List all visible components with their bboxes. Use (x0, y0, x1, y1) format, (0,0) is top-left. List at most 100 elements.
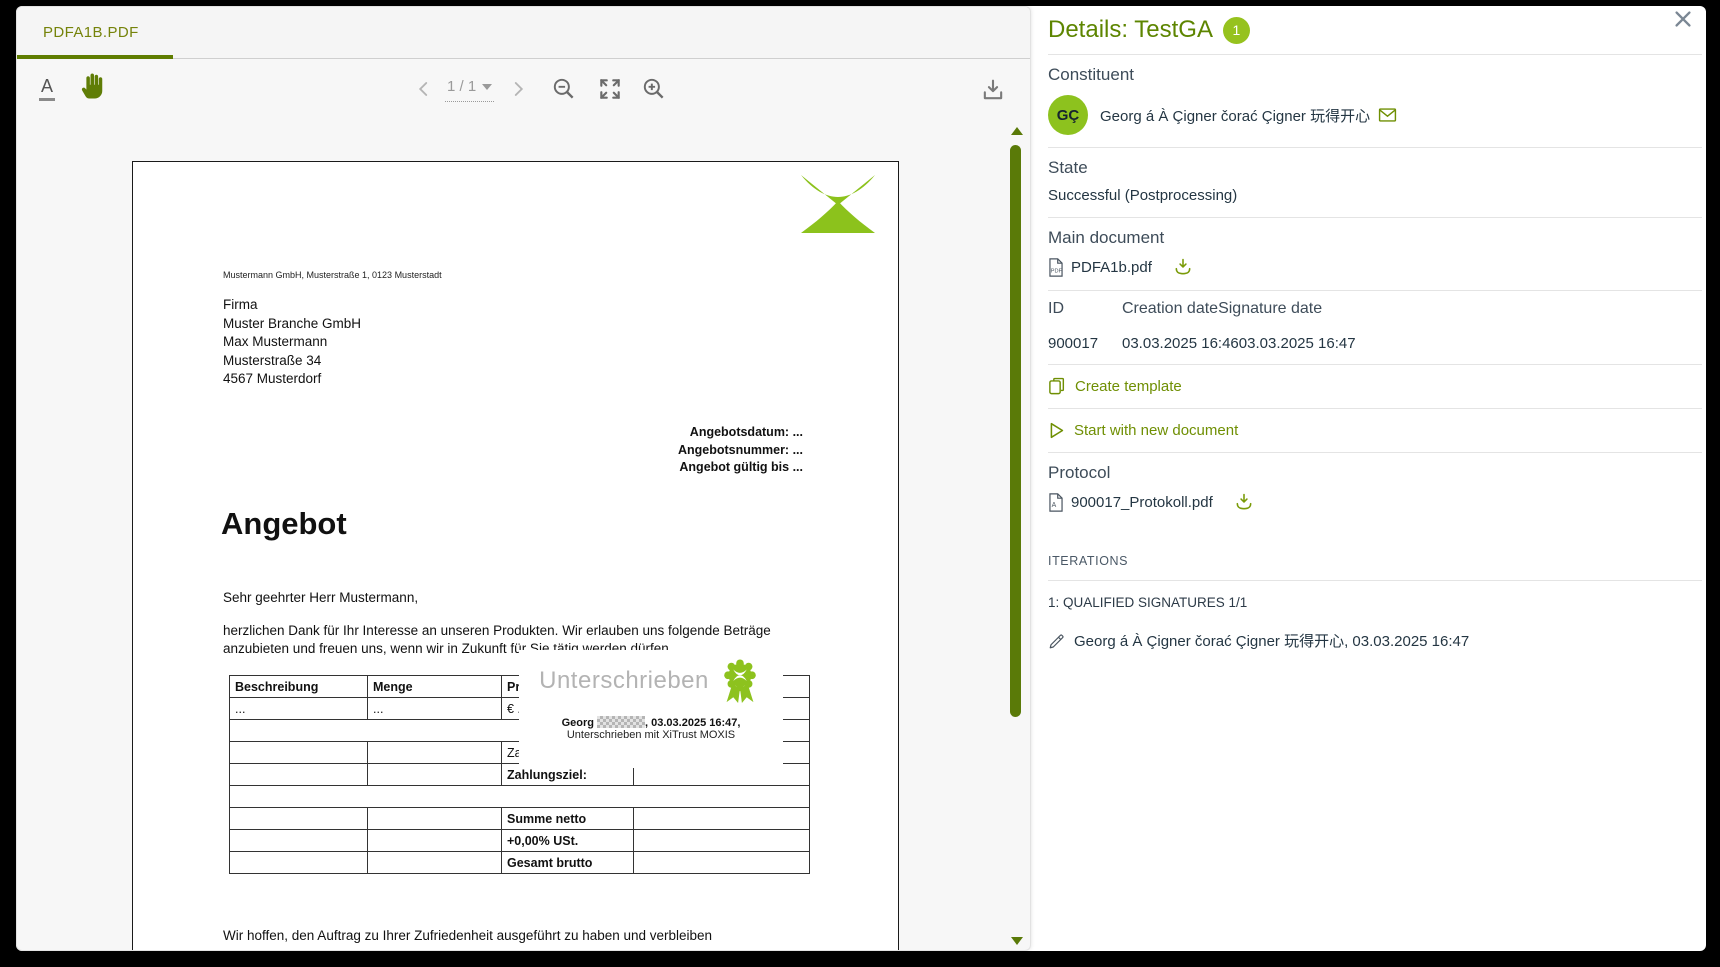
previous-page-button[interactable] (415, 80, 433, 98)
svg-text:PDF: PDF (1051, 268, 1063, 274)
main-document-label: Main document (1048, 228, 1702, 248)
svg-text:A: A (1052, 501, 1057, 508)
viewer-toolbar: A 1 / 1 (17, 60, 1030, 122)
meta-header-row: ID Creation date Signature date (1048, 300, 1702, 318)
signature-date-label: Signature date (1218, 300, 1322, 318)
signer-line: Georg á À Çigner čorać Çigner 玩得开心, 03.0… (1074, 630, 1469, 651)
meta-value-row: 900017 03.03.2025 16:46 03.03.2025 16:47 (1048, 327, 1702, 364)
zoom-in-icon (641, 76, 667, 102)
divider (1048, 147, 1702, 148)
start-with-new-document-label: Start with new document (1074, 422, 1238, 439)
tab-pdfa1b[interactable]: PDFA1B.PDF (43, 24, 139, 41)
scroll-down-icon[interactable] (1011, 937, 1023, 945)
details-title: Details: TestGA (1048, 16, 1213, 44)
chevron-left-icon (415, 80, 433, 98)
divider (1048, 408, 1702, 409)
page-indicator-dropdown[interactable]: 1 / 1 (445, 78, 494, 102)
offer-meta-line: Angebotsdatum: ... (433, 424, 803, 442)
scrollbar-thumb[interactable] (1010, 145, 1021, 717)
closing-line: Wir hoffen, den Auftrag zu Ihrer Zufried… (223, 928, 712, 943)
next-page-button[interactable] (509, 80, 527, 98)
recipient-line: 4567 Musterdorf (223, 370, 361, 389)
protocol-row: A 900017_Protokoll.pdf (1048, 492, 1702, 512)
envelope-icon[interactable] (1378, 107, 1397, 123)
recipient-address: Firma Muster Branche GmbH Max Mustermann… (223, 296, 361, 389)
id-value: 900017 (1048, 335, 1122, 352)
pdf-file-icon: A (1048, 493, 1064, 512)
create-template-button[interactable]: Create template (1048, 377, 1702, 396)
pdf-file-icon: PDF (1048, 258, 1064, 277)
fullscreen-icon (597, 76, 623, 102)
constituent-label: Constituent (1048, 65, 1702, 85)
salutation: Sehr geehrter Herr Mustermann, (223, 590, 418, 605)
create-template-label: Create template (1075, 378, 1182, 395)
pdf-viewer-panel: PDFA1B.PDF A 1 / 1 (16, 6, 1031, 951)
table-row: +0,00% USt. (230, 830, 810, 852)
download-icon (979, 76, 1007, 104)
download-document-button[interactable] (979, 76, 1007, 104)
zoom-out-button[interactable] (551, 76, 577, 102)
hand-pan-tool-button[interactable] (79, 70, 109, 102)
divider (1048, 217, 1702, 218)
zoom-in-button[interactable] (641, 76, 667, 102)
pen-icon (1048, 632, 1066, 650)
hand-pan-icon (79, 70, 109, 102)
app-root: PDFA1B.PDF A 1 / 1 (0, 0, 1720, 967)
main-window: PDFA1B.PDF A 1 / 1 (16, 6, 1706, 951)
details-panel: Details: TestGA 1 Constituent GÇ Georg á… (1048, 12, 1702, 651)
signature-stamp: Unterschrieben (519, 650, 783, 768)
recipient-line: Musterstraße 34 (223, 352, 361, 371)
stamp-signer-line: Georg , 03.03.2025 16:47, (519, 716, 783, 729)
signature-entry: Georg á À Çigner čorać Çigner 玩得开心, 03.0… (1048, 630, 1702, 651)
offer-meta-line: Angebot gültig bis ... (433, 459, 803, 477)
download-protocol-button[interactable] (1234, 492, 1254, 512)
seal-ribbon-icon (717, 656, 763, 706)
pdf-page: Mustermann GmbH, Musterstraße 1, 0123 Mu… (132, 161, 899, 951)
fullscreen-button[interactable] (597, 76, 623, 102)
sender-line: Mustermann GmbH, Musterstraße 1, 0123 Mu… (223, 270, 442, 280)
divider (1048, 290, 1702, 291)
download-main-document-button[interactable] (1173, 257, 1193, 277)
state-value: Successful (Postprocessing) (1048, 187, 1702, 204)
document-title: Angebot (221, 506, 347, 542)
divider (1048, 580, 1702, 581)
divider (1048, 364, 1702, 365)
stamp-signer-prefix: Georg (562, 717, 597, 729)
zoom-out-icon (551, 76, 577, 102)
text-select-tool-button[interactable]: A (39, 76, 55, 101)
caret-down-icon (482, 84, 492, 90)
page-indicator-label: 1 / 1 (447, 78, 476, 95)
scroll-up-icon[interactable] (1011, 127, 1023, 135)
count-badge: 1 (1223, 17, 1250, 44)
constituent-name: Georg á À Çigner čorać Çigner 玩得开心 (1100, 105, 1370, 126)
offer-meta-line: Angebotsnummer: ... (433, 442, 803, 460)
vertical-scrollbar[interactable] (1008, 127, 1024, 945)
creation-date-value: 03.03.2025 16:46 (1122, 335, 1239, 352)
active-tab-underline (17, 55, 173, 59)
avatar: GÇ (1048, 95, 1088, 135)
signature-date-value: 03.03.2025 16:47 (1239, 335, 1356, 352)
table-row: Summe netto (230, 808, 810, 830)
redacted-name (597, 716, 645, 728)
stamp-app-line: Unterschrieben mit XiTrust MOXIS (519, 729, 783, 741)
state-label: State (1048, 158, 1702, 178)
stamp-word: Unterschrieben (539, 667, 709, 695)
protocol-filename[interactable]: 900017_Protokoll.pdf (1071, 494, 1213, 511)
start-with-new-document-button[interactable]: Start with new document (1048, 421, 1702, 440)
main-document-row: PDF PDFA1b.pdf (1048, 257, 1702, 277)
main-document-filename[interactable]: PDFA1b.pdf (1071, 259, 1152, 276)
recipient-line: Max Mustermann (223, 333, 361, 352)
constituent-row: GÇ Georg á À Çigner čorać Çigner 玩得开心 (1048, 95, 1702, 135)
document-tab-bar: PDFA1B.PDF (17, 7, 1030, 59)
create-template-icon (1048, 377, 1066, 396)
divider (1048, 54, 1702, 55)
iterations-label: ITERATIONS (1048, 554, 1702, 568)
offer-meta-block: Angebotsdatum: ... Angebotsnummer: ... A… (433, 424, 803, 477)
recipient-line: Muster Branche GmbH (223, 315, 361, 334)
protocol-label: Protocol (1048, 463, 1702, 483)
xitrust-logo (799, 175, 877, 233)
divider (1048, 452, 1702, 453)
stamp-signer-suffix: , 03.03.2025 16:47, (645, 717, 740, 729)
chevron-right-icon (509, 80, 527, 98)
play-icon (1048, 421, 1065, 440)
